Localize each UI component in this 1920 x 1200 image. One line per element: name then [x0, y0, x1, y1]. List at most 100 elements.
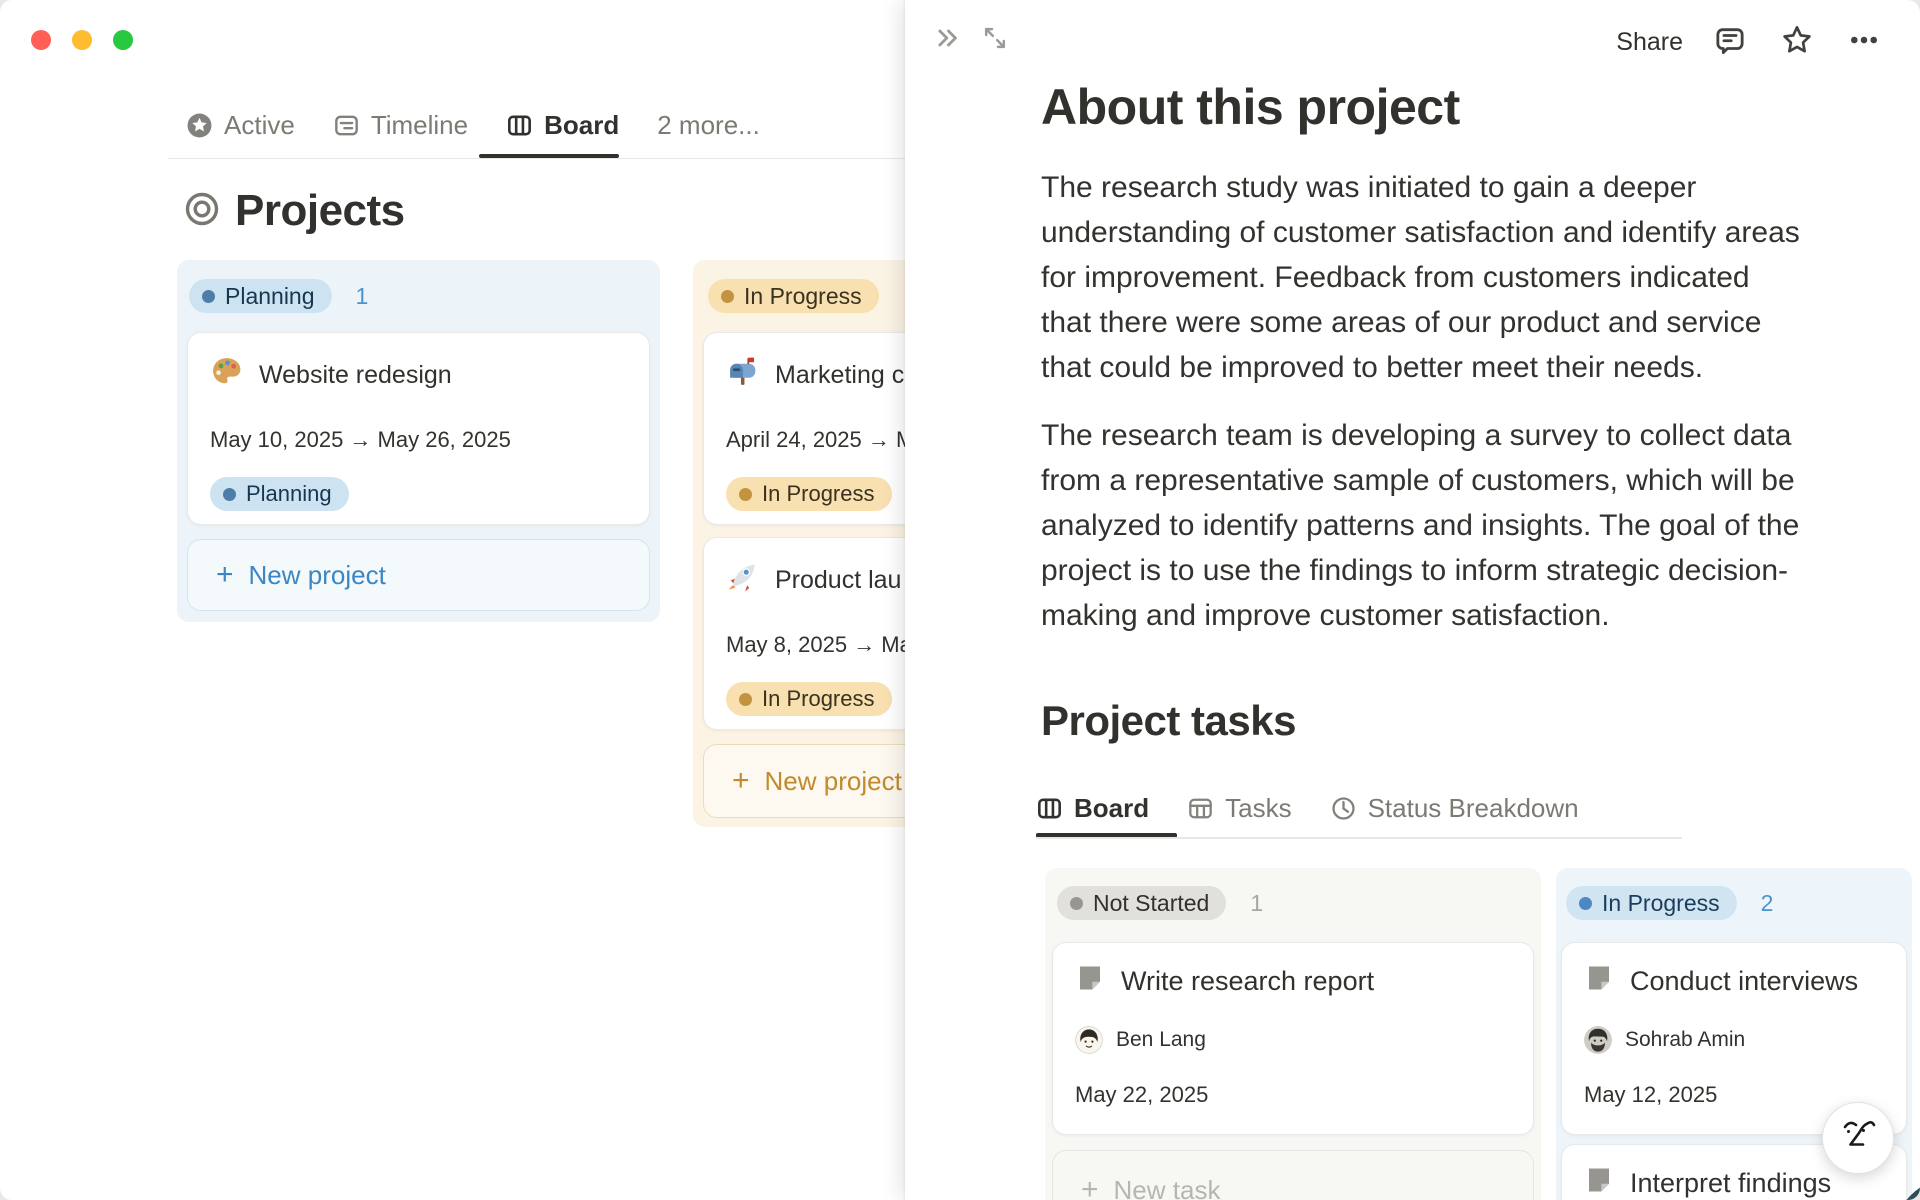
star-circle-icon — [186, 112, 213, 139]
table-icon — [1187, 795, 1214, 822]
task-page-icon — [1584, 1165, 1614, 1200]
status-dot — [202, 289, 215, 303]
more-options-button[interactable] — [1844, 22, 1884, 62]
star-icon — [1780, 23, 1814, 62]
expand-diagonal-icon — [981, 24, 1009, 57]
card-date: May 22, 2025 — [1075, 1082, 1209, 1107]
tabs-divider — [1036, 837, 1682, 839]
open-full-page-button[interactable] — [975, 20, 1015, 60]
avatar-ben-lang — [1075, 1026, 1103, 1054]
tasks-column-not-started: Not Started 1 Write research report Ben … — [1045, 868, 1541, 1200]
tab-active-view[interactable]: Active — [186, 110, 295, 141]
tab-label: Board — [544, 109, 620, 140]
paragraph: The research study was initiated to gain… — [1041, 171, 1800, 384]
task-card-write-research-report[interactable]: Write research report Ben Lang May 22, 2… — [1052, 942, 1534, 1135]
notion-window: Active Timeline Board 2 more... Projects… — [0, 0, 1920, 1200]
assignee-name: Ben Lang — [1116, 1028, 1206, 1051]
page-title: Projects — [183, 186, 405, 236]
card-date: May 12, 2025 — [1584, 1082, 1718, 1107]
status-badge-not-started[interactable]: Not Started — [1057, 886, 1227, 920]
projects-view-tabs: Active Timeline Board 2 more... — [186, 103, 760, 147]
status-dot — [1579, 896, 1592, 910]
comments-button[interactable] — [1710, 22, 1750, 62]
tab-label: Status Breakdown — [1367, 792, 1579, 823]
peek-page-title: About this project — [1041, 79, 1460, 135]
status-dot — [739, 487, 752, 501]
palette-emoji — [210, 355, 243, 395]
rocket-emoji — [726, 560, 759, 600]
avatar-sohrab-amin — [1584, 1026, 1612, 1054]
bullseye-icon — [183, 190, 221, 233]
tab-label: Active — [224, 109, 295, 140]
card-status-tag: Planning — [210, 477, 349, 511]
about-paragraphs: The research study was initiated to gain… — [1041, 165, 1801, 661]
clock-icon — [1330, 795, 1357, 822]
tab-label: Board — [1074, 792, 1150, 823]
tab-label: Timeline — [370, 109, 469, 140]
status-dot — [721, 289, 734, 303]
card-title: Product lau — [775, 565, 902, 594]
column-header: In Progress 2 — [1566, 886, 1912, 920]
side-peek-panel: Share About this project The research st… — [905, 0, 1920, 1200]
plus-icon: + — [1081, 1173, 1099, 1200]
assignee-row: Sohrab Amin — [1584, 1026, 1884, 1054]
share-button[interactable]: Share — [1616, 28, 1683, 57]
favorite-button[interactable] — [1777, 22, 1817, 62]
assignee-row: Ben Lang — [1075, 1026, 1511, 1054]
status-badge-in-progress[interactable]: In Progress — [708, 279, 879, 313]
tab-more-views[interactable]: 2 more... — [657, 110, 760, 141]
page-title-text: Projects — [235, 186, 405, 235]
card-title: Website redesign — [259, 360, 452, 389]
tasks-view-tabs: Board Tasks Status Breakdown — [1036, 786, 1579, 830]
card-status-tag: In Progress — [726, 477, 892, 511]
board-icon — [1036, 795, 1063, 822]
peek-toolbar: Share — [1616, 22, 1884, 62]
task-page-icon — [1584, 963, 1614, 1000]
column-header: Planning 1 — [189, 279, 660, 313]
plus-icon: + — [732, 764, 750, 797]
timeline-icon — [333, 112, 360, 139]
task-page-icon — [1075, 963, 1105, 1000]
new-task-button[interactable]: + New task — [1052, 1150, 1534, 1200]
tab-tasks-view[interactable]: Tasks — [1187, 792, 1292, 824]
tab-label: Tasks — [1225, 792, 1292, 823]
window-controls — [31, 30, 133, 50]
ellipsis-icon — [1847, 23, 1881, 62]
double-chevron-right-icon — [935, 24, 963, 57]
minimize-window-button[interactable] — [72, 30, 92, 50]
card-title: Interpret findings — [1630, 1168, 1832, 1198]
zoom-window-button[interactable] — [113, 30, 133, 50]
new-project-button[interactable]: + New project — [187, 539, 650, 611]
tab-label: 2 more... — [657, 109, 760, 140]
mailbox-emoji — [726, 355, 759, 395]
board-icon — [506, 112, 533, 139]
tab-board-view[interactable]: Board — [1036, 793, 1149, 824]
status-dot — [739, 692, 752, 706]
status-dot — [1070, 896, 1083, 910]
tabs-divider — [168, 157, 905, 159]
card-title: Conduct interviews — [1630, 966, 1859, 996]
column-count: 2 — [1760, 889, 1774, 916]
ai-face-icon — [1836, 1114, 1880, 1163]
tab-board-view[interactable]: Board — [506, 110, 619, 141]
notion-ai-button[interactable] — [1822, 1102, 1894, 1174]
paragraph: The research team is developing a survey… — [1041, 419, 1800, 632]
plus-icon: + — [216, 558, 234, 591]
tab-timeline-view[interactable]: Timeline — [333, 110, 468, 141]
close-window-button[interactable] — [31, 30, 51, 50]
card-status-tag: In Progress — [726, 682, 892, 716]
card-date-range: May 10, 2025 → May 26, 2025 — [210, 427, 511, 452]
close-peek-button[interactable] — [929, 20, 969, 60]
tab-status-breakdown-view[interactable]: Status Breakdown — [1330, 793, 1579, 824]
assignee-name: Sohrab Amin — [1625, 1028, 1746, 1051]
status-dot — [223, 487, 236, 501]
comment-icon — [1713, 23, 1747, 62]
project-card-website-redesign[interactable]: Website redesign May 10, 2025 → May 26, … — [187, 332, 650, 525]
card-title: Write research report — [1121, 966, 1375, 996]
column-count: 1 — [1250, 889, 1264, 916]
status-badge-planning[interactable]: Planning — [189, 279, 332, 313]
card-title: Marketing c — [775, 360, 905, 389]
column-count: 1 — [355, 282, 369, 309]
board-column-planning: Planning 1 Website redesign May 10, 2025… — [177, 260, 660, 622]
status-badge-in-progress[interactable]: In Progress — [1566, 886, 1737, 920]
